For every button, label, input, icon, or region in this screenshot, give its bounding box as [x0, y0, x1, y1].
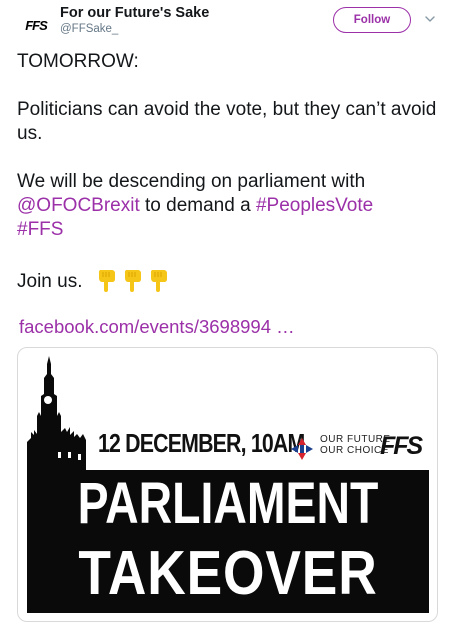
pointing-down-emoji [148, 268, 170, 294]
display-name[interactable]: For our Future's Sake [60, 5, 209, 21]
tweet-text: TOMORROW: Politicians can avoid the vote… [17, 50, 442, 294]
tweet-text-segment: We will be descending on parliament with [17, 171, 366, 192]
follow-button[interactable]: Follow [333, 7, 411, 33]
tweet-text-segment: to demand a [139, 195, 256, 216]
pointing-down-emoji [122, 268, 144, 294]
avatar-logo: FFS [25, 17, 48, 33]
link-url[interactable]: facebook.com/events/3698994 … [19, 316, 295, 338]
tweet-line-tomorrow: TOMORROW: [17, 51, 139, 72]
tweet-header: FFS For our Future's Sake @FFSake_ Follo… [0, 0, 458, 44]
chevron-down-icon[interactable] [424, 13, 436, 25]
hashtag-ffs[interactable]: #FFS [17, 219, 63, 240]
hashtag-peoplesvote[interactable]: #PeoplesVote [256, 195, 373, 216]
poster-headline-2: TAKEOVER [78, 539, 378, 608]
tweet-line-join: Join us. [17, 268, 442, 294]
event-date: 12 DECEMBER, 10AM [98, 428, 305, 458]
poster-headline-1: PARLIAMENT [77, 471, 379, 536]
tweet-line-politicians: Politicians can avoid the vote, but they… [17, 99, 437, 144]
avatar[interactable]: FFS [18, 7, 54, 43]
join-text: Join us. [17, 271, 83, 292]
tweet-line-descending: We will be descending on parliament with… [17, 170, 442, 242]
card-image[interactable]: 12 DECEMBER, 10AM OUR FUTURE OUR CHOICE … [27, 356, 429, 613]
link-card[interactable]: 12 DECEMBER, 10AM OUR FUTURE OUR CHOICE … [17, 347, 438, 622]
mention-link[interactable]: @OFOCBrexit [17, 195, 140, 216]
ffs-logo: FFS [380, 432, 423, 460]
ofoc-logo-icon [291, 438, 313, 460]
pointing-down-emoji [96, 268, 118, 294]
big-ben-silhouette [27, 356, 86, 476]
user-handle[interactable]: @FFSake_ [60, 23, 118, 35]
